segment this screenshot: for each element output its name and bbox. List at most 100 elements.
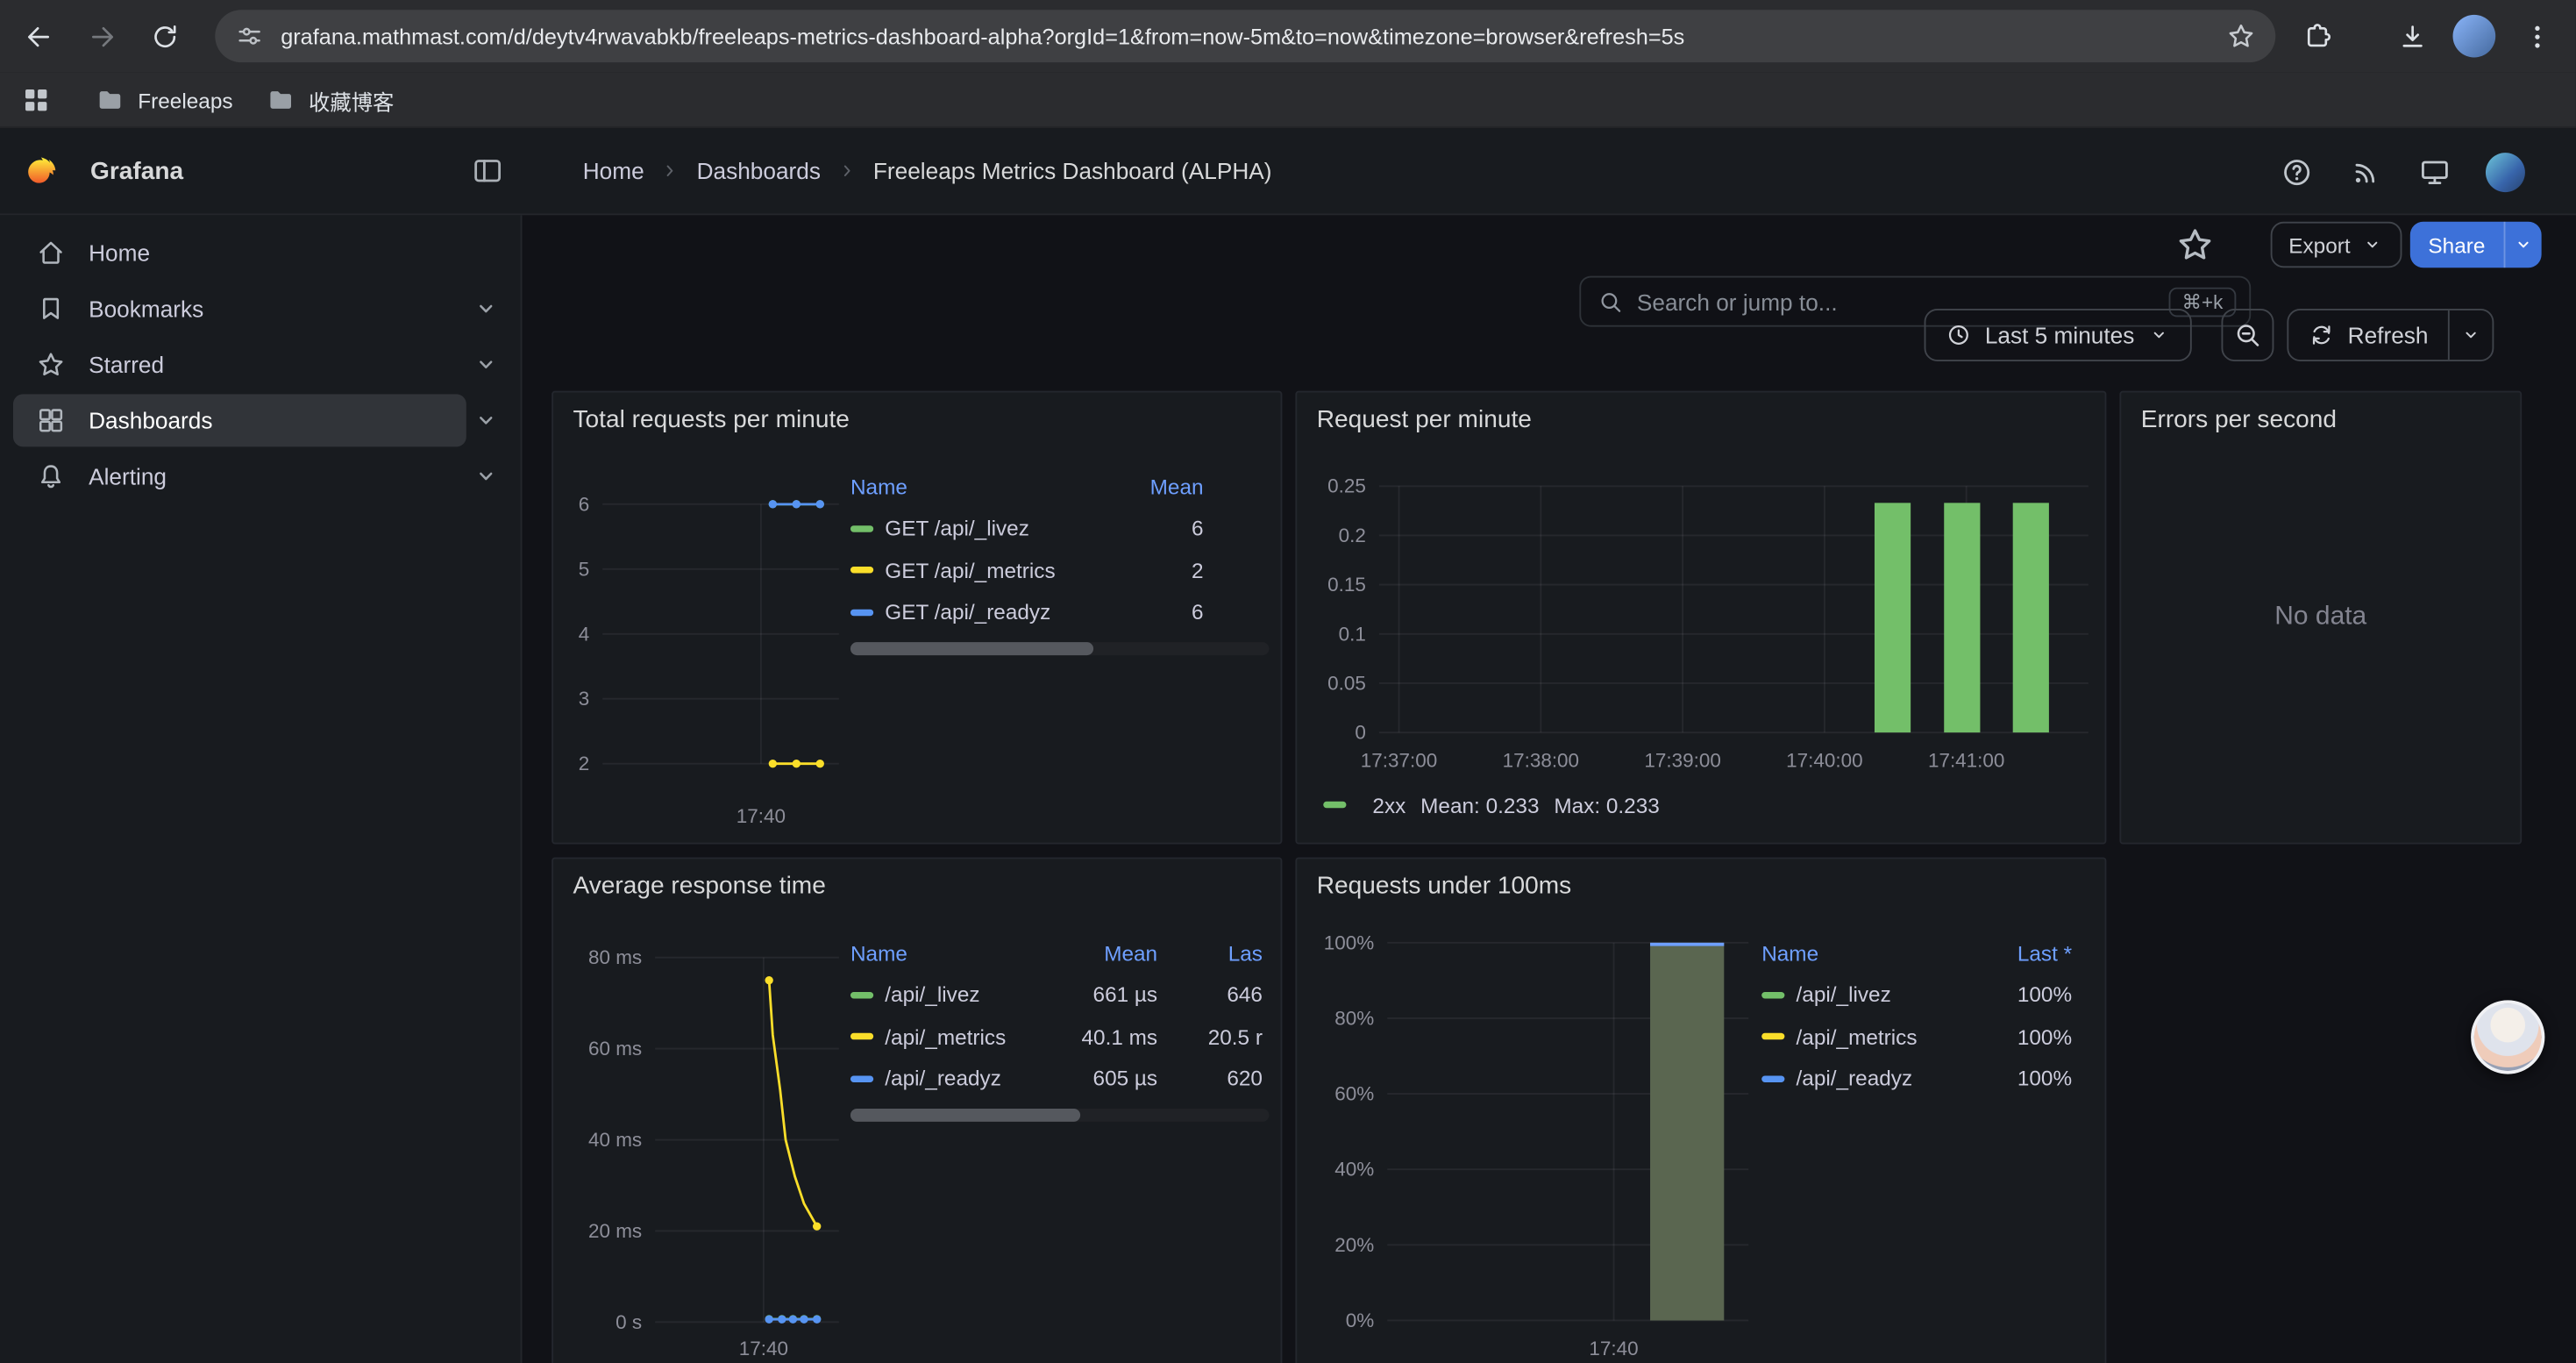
legend-row[interactable]: GET /api/_readyz6 [850,591,1269,633]
refresh-label: Refresh [2348,322,2429,348]
refresh-icon [2309,322,2335,348]
bar-chart[interactable]: 0.250.20.150.10.05017:37:0017:38:0017:39… [1297,458,2108,787]
news-icon[interactable] [2346,153,2386,192]
sidebar-item-label: Bookmarks [89,296,203,322]
grid-icon [36,406,66,436]
svg-text:3: 3 [579,688,590,710]
series-max: Max: 0.233 [1554,792,1659,817]
forward-button[interactable] [79,13,125,59]
forward-icon [86,20,117,52]
bookmark-folder-blogs[interactable]: 收藏博客 [266,81,394,120]
legend-row[interactable]: /api/_livez661 µs646 [850,974,1269,1016]
bookmark-star-icon[interactable] [2226,21,2256,51]
sidebar-item-home[interactable]: Home [13,225,508,282]
back-icon [22,20,53,52]
chevron-down-icon[interactable] [2505,233,2541,256]
series-name: /api/_livez [885,982,979,1007]
export-button[interactable]: Export [2271,222,2402,268]
back-button[interactable] [15,13,60,59]
browser-profile-avatar[interactable] [2453,15,2496,58]
sidebar-item-dashboards[interactable]: Dashboards [13,393,508,449]
time-series-chart[interactable]: 6543217:40 [553,458,849,846]
apps-grid-icon[interactable] [19,83,52,116]
time-range-label: Last 5 minutes [1985,322,2135,348]
sidebar-item-alerting[interactable]: Alerting [13,448,508,504]
series-mean: Mean: 0.233 [1420,792,1539,817]
breadcrumb-home[interactable]: Home [583,158,644,184]
help-icon[interactable] [2277,153,2316,192]
share-button[interactable]: Share [2410,222,2541,268]
url-bar[interactable]: grafana.mathmast.com/d/deytv4rwavabkb/fr… [215,10,2275,62]
series-color-swatch [850,609,873,615]
refresh-button[interactable]: Refresh [2287,309,2494,361]
screen-icon[interactable] [2415,153,2454,192]
series-color-swatch [850,567,873,573]
sidebar-item-label: Dashboards [89,407,212,433]
chevron-down-icon [2360,233,2383,256]
chevron-down-icon[interactable] [2450,324,2493,346]
sidebar-item-label: Alerting [89,463,167,489]
clock-icon [1946,322,1972,348]
series-color-swatch [850,992,873,998]
svg-text:17:40: 17:40 [737,805,786,827]
svg-text:4: 4 [579,623,590,645]
svg-text:2: 2 [579,753,590,774]
user-avatar[interactable] [2486,153,2525,192]
legend-row[interactable]: /api/_readyz100% [1761,1058,2078,1100]
chevron-down-icon[interactable] [471,461,501,491]
assistant-avatar[interactable] [2471,1000,2544,1074]
legend-row[interactable]: GET /api/_livez6 [850,508,1269,550]
chevron-down-icon[interactable] [471,350,501,380]
legend-row[interactable]: /api/_metrics40.1 ms20.5 r [850,1016,1269,1058]
bar-chart[interactable]: 100%80%60%40%20%0%17:40 [1297,924,1756,1363]
svg-text:100%: 100% [1324,931,1374,953]
legend-table: NameLast */api/_livez100%/api/_metrics10… [1761,931,2108,1100]
sidebar-item-starred[interactable]: Starred [13,337,508,393]
panel-title[interactable]: Request per minute [1317,406,1532,434]
screen: grafana.mathmast.com/d/deytv4rwavabkb/fr… [0,0,2576,1363]
series-name: GET /api/_livez [885,516,1029,540]
svg-text:0.1: 0.1 [1339,623,1366,645]
extensions-icon[interactable] [2294,13,2339,59]
sidebar-item-bookmarks[interactable]: Bookmarks [13,281,508,337]
svg-text:17:40:00: 17:40:00 [1786,749,1862,771]
zoom-out-icon[interactable] [2221,309,2274,361]
favorite-star-icon[interactable] [2175,225,2215,265]
time-series-chart[interactable]: 80 ms60 ms40 ms20 ms0 s17:40 [553,924,849,1363]
series-color-swatch [1761,1075,1784,1081]
browser-menu-icon[interactable] [2514,13,2559,59]
panel-requests-under-100ms: Requests under 100ms 100%80%60%40%20%0%1… [1295,857,2106,1363]
bookmark-label: 收藏博客 [309,84,394,116]
legend-row[interactable]: /api/_livez100% [1761,974,2078,1016]
panel-title[interactable]: Requests under 100ms [1317,872,1571,900]
panel-title[interactable]: Average response time [573,872,826,900]
legend-scrollbar[interactable] [850,1108,1269,1121]
panel-title[interactable]: Total requests per minute [573,406,850,434]
legend-row[interactable]: /api/_metrics100% [1761,1016,2078,1058]
legend-row[interactable]: 2xx Mean: 0.233 Max: 0.233 [1323,789,1660,821]
url-text: grafana.mathmast.com/d/deytv4rwavabkb/fr… [281,24,2210,48]
legend-row[interactable]: GET /api/_metrics2 [850,549,1269,591]
downloads-icon[interactable] [2388,13,2434,59]
legend-scrollbar[interactable] [850,641,1269,654]
chevron-down-icon[interactable] [471,406,501,436]
site-settings-icon[interactable] [235,21,265,51]
grafana-logo[interactable] [23,154,59,190]
series-name: GET /api/_metrics [885,558,1055,582]
panel-request-per-minute: Request per minute 0.250.20.150.10.05017… [1295,391,2106,845]
svg-text:60 ms: 60 ms [588,1038,642,1060]
bookmark-folder-freeleaps[interactable]: Freeleaps [96,81,233,120]
series-color-swatch [850,1033,873,1039]
legend-header: NameMeanLas [850,931,1269,974]
sidebar-toggle-icon[interactable] [468,153,508,192]
bookmarks-bar: Freeleaps 收藏博客 [0,72,2576,128]
breadcrumb-dashboards[interactable]: Dashboards [697,158,821,184]
time-range-picker[interactable]: Last 5 minutes [1925,309,2192,361]
bookmark-icon [36,294,66,324]
chevron-down-icon[interactable] [471,294,501,324]
reload-button[interactable] [141,13,187,59]
svg-text:0.25: 0.25 [1327,475,1366,497]
legend-row[interactable]: /api/_readyz605 µs620 [850,1058,1269,1100]
chevron-right-icon [836,160,858,182]
series-name: GET /api/_readyz [885,600,1050,624]
